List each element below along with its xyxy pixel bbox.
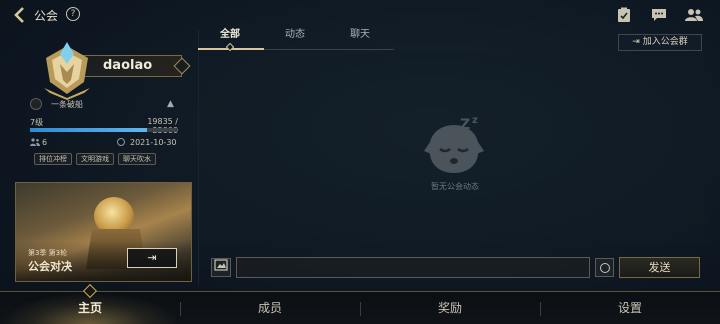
member-count: 6 [42, 138, 48, 147]
guild-created-date: 2021-10-30 [130, 138, 177, 147]
join-icon: ⇥ [632, 37, 643, 47]
guild-tag: 文明游戏 [76, 153, 114, 165]
svg-text:z: z [472, 115, 478, 126]
chat-input[interactable] [236, 257, 590, 278]
checklist-icon[interactable] [617, 7, 633, 23]
member-count-icon [30, 138, 40, 148]
guild-level: 7级 [30, 118, 44, 127]
event-title: 公会对决 [28, 260, 72, 273]
event-season: 第3季 第3轮 [28, 249, 68, 257]
guild-exp-fill [30, 128, 147, 132]
tab-chat[interactable]: 聊天 [350, 25, 370, 40]
motto-avatar-icon [30, 98, 42, 110]
empty-feed-text: 暂无公会动态 [431, 182, 479, 191]
image-icon[interactable] [211, 258, 231, 277]
nav-members[interactable]: 成员 [180, 292, 360, 324]
guild-exp-text: 19835 / 25000 [147, 117, 178, 135]
guild-exp-bar [30, 128, 177, 132]
guild-tag: 聊天吹水 [118, 153, 156, 165]
sleeping-face-icon: Z z [420, 115, 490, 177]
svg-text:Z: Z [460, 117, 470, 133]
join-guild-group-button[interactable]: ⇥ 加入公会群 [618, 34, 702, 51]
help-icon[interactable]: ? [66, 7, 80, 21]
page-title: 公会 [34, 9, 59, 23]
send-button[interactable]: 发送 [619, 257, 700, 278]
back-arrow-icon[interactable] [12, 6, 32, 24]
tab-all[interactable]: 全部 [220, 25, 240, 40]
chat-bubble-icon[interactable] [651, 7, 667, 23]
warning-icon[interactable]: ▲ [167, 99, 174, 109]
feed-tabs: 全部 动态 聊天 [198, 18, 394, 52]
bottom-nav: 主页 成员 奖励 设置 [0, 291, 720, 324]
tab-activity[interactable]: 动态 [285, 25, 305, 40]
guild-emblem-icon[interactable] [38, 38, 96, 100]
nav-rewards[interactable]: 奖励 [360, 292, 540, 324]
event-enter-button[interactable]: ⇥ [127, 248, 177, 268]
nav-settings[interactable]: 设置 [540, 292, 720, 324]
guild-tag: 排位冲榜 [34, 153, 72, 165]
clock-icon [117, 138, 125, 146]
guild-name: daolao [103, 58, 153, 73]
members-icon[interactable] [685, 7, 703, 23]
guild-tags: 排位冲榜 文明游戏 聊天吹水 [34, 153, 156, 165]
guild-motto: 一条破船 [51, 100, 83, 109]
emoji-icon[interactable] [595, 258, 614, 277]
